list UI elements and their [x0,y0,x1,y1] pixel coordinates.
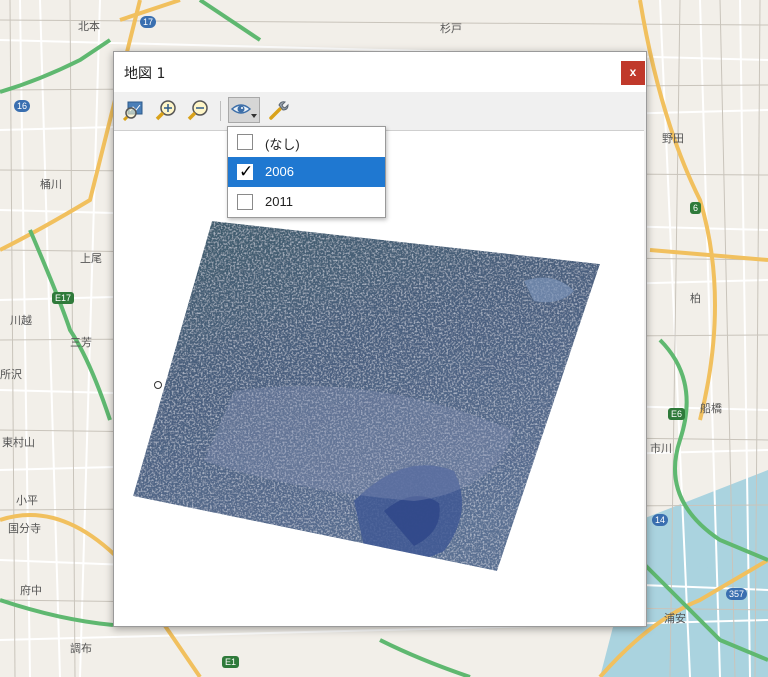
map-label-kawagoe: 川越 [10,314,32,327]
map-label-okegawa: 桶川 [40,178,62,191]
checkbox[interactable] [237,134,253,150]
map-label-funabashi: 船橋 [700,402,722,415]
map-label-chofu: 調布 [70,642,92,655]
map-label-ichikawa: 市川 [650,442,672,455]
route-shield-14: 14 [652,514,669,526]
eye-dropdown-icon [230,104,257,118]
map-label-kodaira: 小平 [16,494,38,507]
route-shield-e1: E1 [222,656,240,668]
map-label-kashiwa: 柏 [690,292,701,305]
menu-item-2011[interactable]: 2011 [228,187,385,217]
menu-item-label: 2006 [265,164,294,179]
map-label-sugito: 杉戸 [440,22,462,35]
zoom-extent-icon [123,101,143,121]
zoom-in-icon [155,100,176,121]
settings-button[interactable] [264,97,292,123]
layer-dropdown-menu: (なし) ✓ 2006 2011 [227,126,386,218]
zoom-in-button[interactable] [152,97,180,123]
checkmark-icon: ✓ [239,162,254,181]
zoom-out-button[interactable] [184,97,212,123]
menu-item-2006[interactable]: ✓ 2006 [228,157,385,187]
title-bar[interactable]: 地図 1 x [114,52,646,92]
route-shield-6: 6 [690,202,702,214]
route-shield-17: 17 [140,16,157,28]
map-label-ageo: 上尾 [80,252,102,265]
vertex-handle[interactable] [154,381,162,389]
map-label-kitamoto: 北本 [78,20,100,33]
close-button[interactable]: x [621,61,645,85]
map-label-kokubunji: 国分寺 [8,522,41,535]
map-label-higashimurayama: 東村山 [2,436,35,449]
route-shield-357: 357 [726,588,748,600]
checkbox[interactable] [237,194,253,210]
wrench-icon [269,101,289,120]
toolbar-separator [220,101,221,121]
map-label-miyoshi: 三芳 [70,336,92,349]
menu-item-label: 2011 [265,194,293,209]
zoom-full-extent-button[interactable] [120,97,148,123]
route-shield-16: 16 [14,100,31,112]
zoom-out-icon [187,100,208,121]
menu-item-label: (なし) [265,137,300,152]
map-label-noda: 野田 [662,132,684,145]
route-shield-e6: E6 [668,408,686,420]
map-label-urayasu: 浦安 [664,612,686,625]
toolbar [114,92,646,130]
layer-visibility-button[interactable] [228,97,260,123]
map-label-tokorozawa: 所沢 [0,368,22,381]
menu-item-none[interactable]: (なし) [228,127,385,157]
window-title: 地図 1 [124,66,166,82]
checkbox[interactable]: ✓ [237,162,254,181]
map-label-fuchu: 府中 [20,584,42,597]
route-shield-e17: E17 [52,292,75,304]
